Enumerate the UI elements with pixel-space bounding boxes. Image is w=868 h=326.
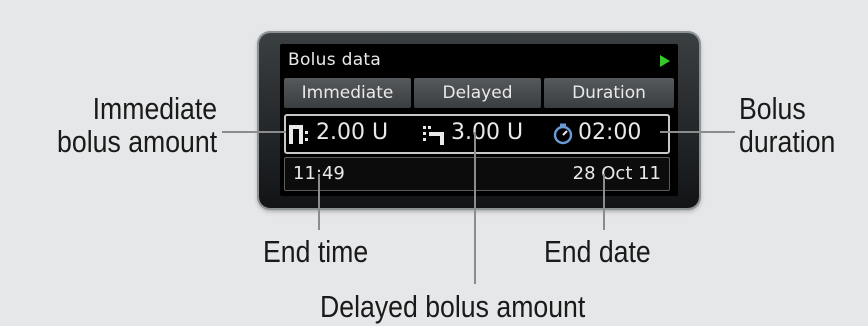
leader-lines xyxy=(222,131,735,284)
